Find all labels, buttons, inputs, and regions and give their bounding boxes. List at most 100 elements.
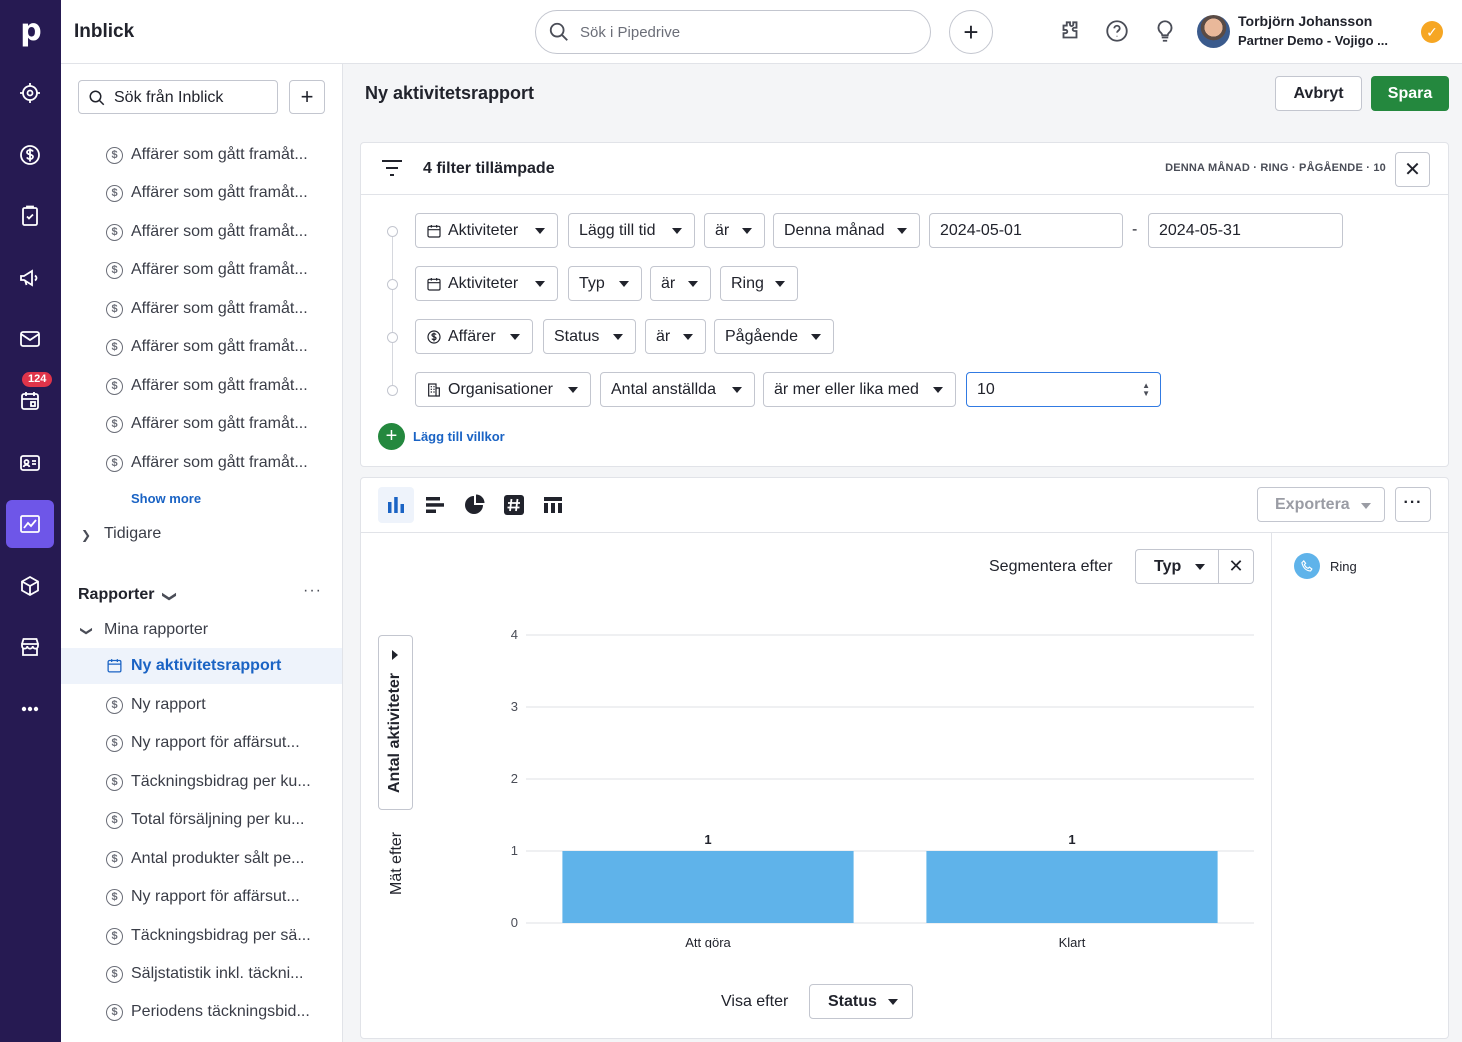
sidebar-search[interactable] [78,80,278,114]
filter-field-select[interactable]: Typ [568,266,642,301]
add-condition-button[interactable]: + Lägg till villkor [378,423,505,450]
filter-operator-select[interactable]: är [650,266,711,301]
filter-operator-select[interactable]: är [704,213,765,248]
measure-label: Mät efter [388,831,405,895]
global-search[interactable] [535,10,931,54]
list-item[interactable]: $ Affärer som gått framåt... [61,252,342,288]
list-item[interactable]: $ Affärer som gått framåt... [61,406,342,442]
segment-label: Segmentera efter [989,558,1113,575]
filter-entity-select[interactable]: Aktiviteter [415,213,558,248]
export-button[interactable]: Exportera [1257,487,1385,522]
quick-add-button[interactable]: + [949,10,993,54]
list-item[interactable]: $ Affärer som gått framåt... [61,445,342,481]
list-item[interactable]: $ Total försäljning per ku... [61,802,342,838]
save-button[interactable]: Spara [1371,76,1449,111]
insights-icon[interactable] [6,500,54,548]
list-item[interactable]: $ Täckningsbidrag per sä... [61,918,342,954]
dollar-icon: $ [106,339,123,356]
filter-entity-select[interactable]: Aktiviteter [415,266,558,301]
earlier-group[interactable]: Tidigare [104,525,161,543]
chevron-down-icon[interactable]: ❯ [80,626,94,636]
filter-icon[interactable] [381,159,403,177]
caret-down-icon [535,281,545,287]
chart-panel: Exportera ··· Segmentera efter Typ ✕ Ant… [360,477,1449,1039]
global-search-input[interactable] [580,20,910,44]
filter-entity-select[interactable]: Organisationer [415,372,591,407]
more-options-button[interactable]: ··· [1395,487,1431,522]
pie-chart-icon[interactable] [456,487,492,523]
chevron-right-icon[interactable]: ❯ [81,528,91,542]
table-icon[interactable] [535,487,571,523]
cancel-button[interactable]: Avbryt [1275,76,1362,111]
sidebar-item-active-report[interactable]: Ny aktivitetsrapport [61,648,342,684]
chevron-down-icon[interactable]: ❯ [161,591,178,603]
list-item[interactable]: $ Ny rapport [61,687,342,723]
horizontal-bar-chart-icon[interactable] [417,487,453,523]
focus-icon[interactable] [6,69,54,117]
number-input[interactable]: 10 ▲ ▼ [966,372,1161,407]
list-item[interactable]: $ Ny rapport för affärsut... [61,879,342,915]
list-item[interactable]: $ Affärer som gått framåt... [61,368,342,404]
measure-select[interactable]: Antal aktiviteter [378,635,413,810]
reports-heading[interactable]: Rapporter [78,586,154,604]
filter-value-select[interactable]: Ring [720,266,798,301]
user-name[interactable]: Torbjörn Johansson [1238,13,1372,29]
list-item[interactable]: $ Affärer som gått framåt... [61,291,342,327]
list-item[interactable]: $ Täckningsbidrag per ku... [61,764,342,800]
checkmark-icon[interactable]: ✓ [1421,21,1443,43]
list-item[interactable]: $ Antal produkter sålt pe... [61,841,342,877]
list-item[interactable]: $ Säljstatistik inkl. täckni... [61,956,342,992]
filter-operator-select[interactable]: är mer eller lika med [763,372,956,407]
filter-summary: DENNA MÅNAD · RING · PÅGÅENDE · 10 [1165,162,1386,174]
segment-select[interactable]: Typ [1135,549,1219,584]
stepper-icon[interactable]: ▲ ▼ [1142,382,1150,398]
date-from-input[interactable]: 2024-05-01 [929,213,1123,248]
view-by-select[interactable]: Status [809,984,913,1019]
mail-icon[interactable] [6,315,54,363]
page-title[interactable]: Ny aktivitetsrapport [365,83,534,104]
chart-bar[interactable] [562,851,854,923]
lightbulb-icon[interactable] [1152,18,1178,44]
dollar-icon: $ [106,455,123,472]
filter-operator-select[interactable]: är [645,319,706,354]
list-item[interactable]: $ Ny rapport för affärsut... [61,725,342,761]
remove-segment-button[interactable]: ✕ [1218,549,1254,584]
dollar-icon: $ [106,185,123,202]
deals-icon[interactable] [6,131,54,179]
marketplace-icon[interactable] [6,623,54,671]
products-icon[interactable] [6,562,54,610]
filter-entity-select[interactable]: Affärer [415,319,533,354]
show-more-link[interactable]: Show more [131,491,201,506]
collapse-filters-button[interactable]: ✕ [1395,152,1430,187]
legend-item[interactable]: Ring [1294,553,1357,579]
chart-bar[interactable] [926,851,1218,923]
my-reports-group[interactable]: Mina rapporter [104,621,208,639]
list-item[interactable]: $ Affärer som gått framåt... [61,175,342,211]
filter-field-select[interactable]: Antal anställda [600,372,755,407]
filter-value-select[interactable]: Denna månad [773,213,920,248]
list-item[interactable]: $ Affärer som gått framåt... [61,329,342,365]
list-item[interactable]: $ Affärer som gått framåt... [61,137,342,173]
reports-more-icon[interactable]: ··· [303,582,322,600]
scorecard-icon[interactable] [496,487,532,523]
user-company[interactable]: Partner Demo - Vojigo ... [1238,33,1400,48]
campaigns-icon[interactable] [6,254,54,302]
filter-field-select[interactable]: Lägg till tid [568,213,695,248]
list-item[interactable]: $ Periodens täckningsbid... [61,994,342,1030]
pipedrive-logo[interactable]: p [14,12,48,50]
date-to-input[interactable]: 2024-05-31 [1148,213,1343,248]
contacts-icon[interactable] [6,439,54,487]
filter-field-select[interactable]: Status [543,319,636,354]
sidebar-search-input[interactable] [114,88,274,108]
avatar[interactable] [1197,15,1230,48]
bar-chart-icon[interactable] [378,487,414,523]
list-item[interactable]: $ Affärer som gått framåt... [61,214,342,250]
more-icon[interactable] [6,685,54,733]
caret-down-icon [897,228,907,234]
extensions-icon[interactable] [1057,18,1083,44]
help-icon[interactable] [1104,18,1130,44]
add-report-button[interactable]: + [289,80,325,114]
caret-down-icon [775,281,785,287]
filter-value-select[interactable]: Pågående [714,319,834,354]
tasks-icon[interactable] [6,192,54,240]
